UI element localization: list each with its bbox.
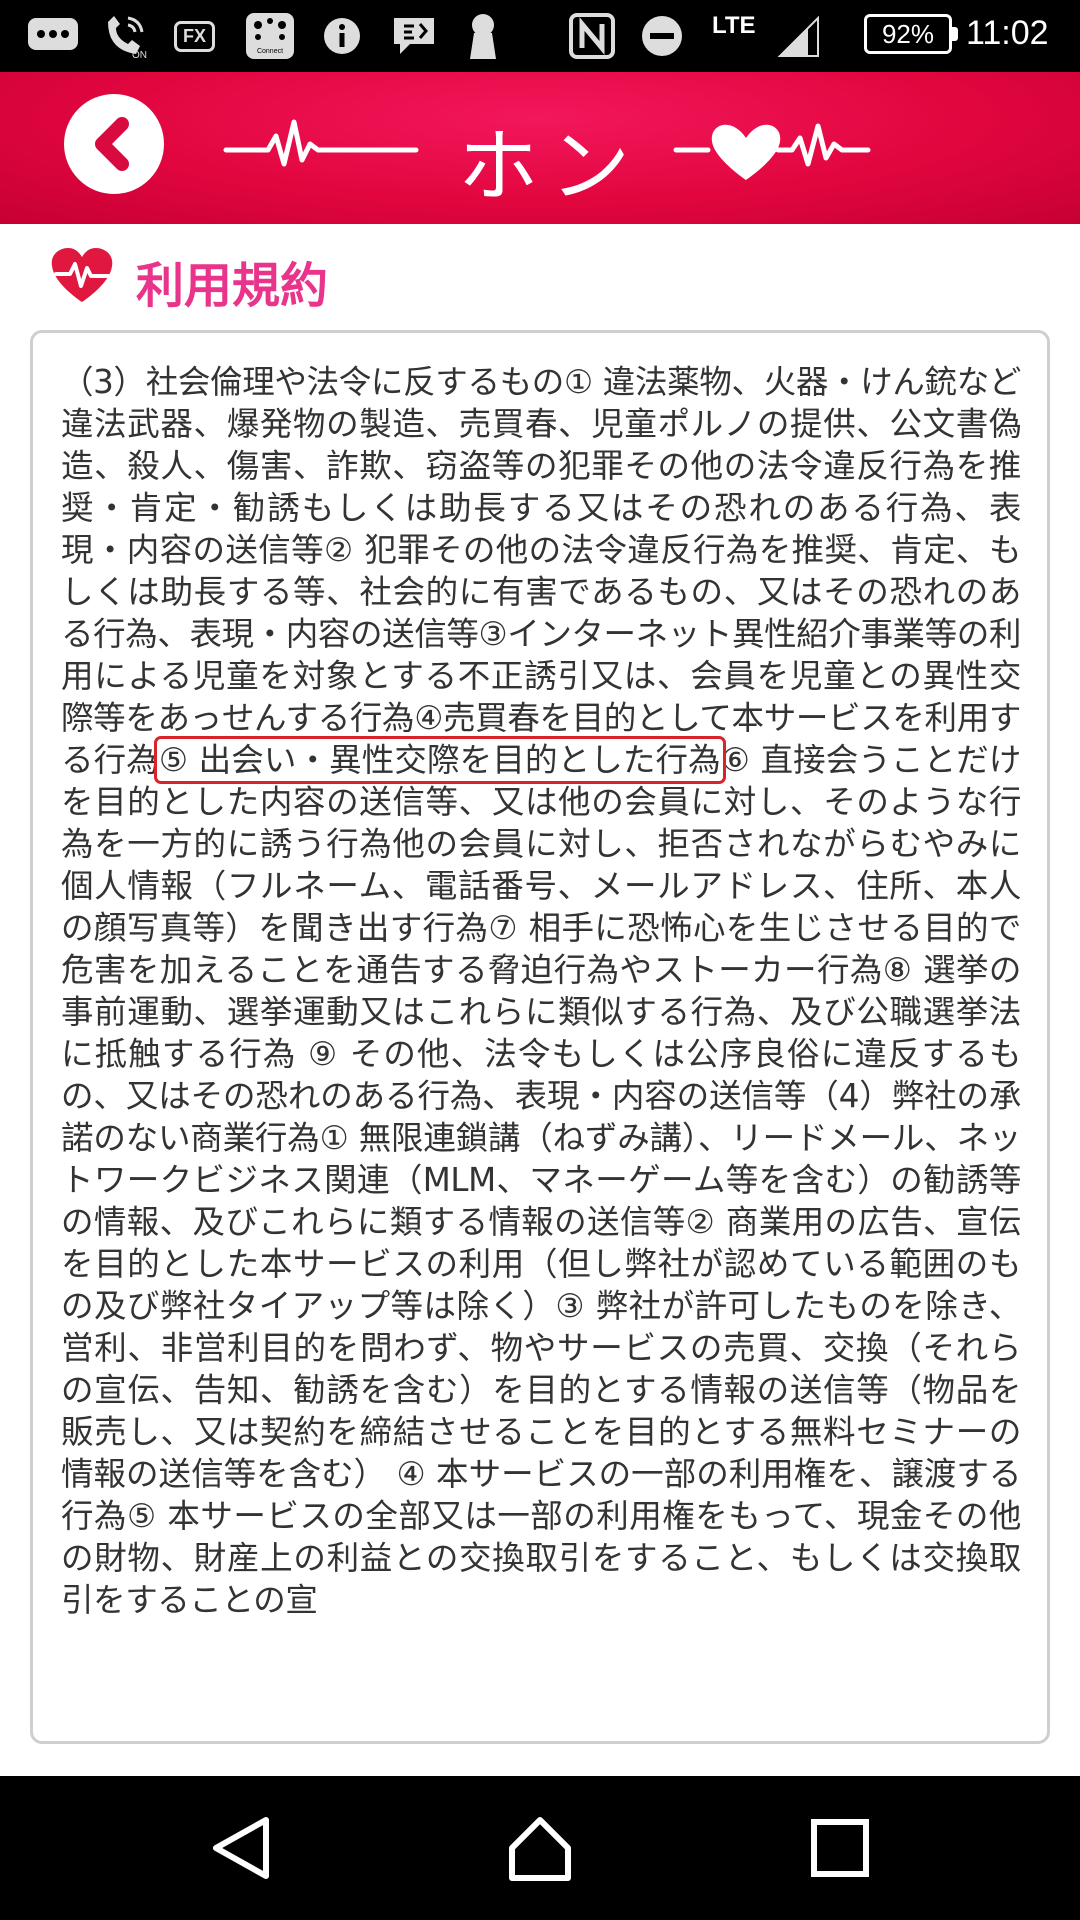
highlighted-clause: ⑤ 出会い・異性交際を目的とした行為 xyxy=(153,736,726,784)
terms-container[interactable]: （3）社会倫理や法令に反するもの① 違法薬物、火器・けん銃など違法武器、爆発物の… xyxy=(30,330,1050,1744)
back-nav-icon xyxy=(213,1817,269,1879)
network-type: LTE xyxy=(712,12,756,39)
battery-indicator: 92% xyxy=(864,14,958,54)
signal-icon xyxy=(776,12,822,60)
connect-label: Connect xyxy=(257,48,283,55)
battery-level: 92% xyxy=(881,18,935,49)
back-button[interactable] xyxy=(64,94,164,194)
heart-pulse-icon xyxy=(51,248,113,302)
voicemail-icon xyxy=(390,12,438,60)
home-nav-icon xyxy=(509,1817,571,1881)
section-header: 利用規約 xyxy=(50,240,950,316)
app-header: ホンネ xyxy=(0,72,1080,329)
home-nav-button[interactable] xyxy=(500,1808,580,1888)
app-logo: ホンネ xyxy=(220,92,880,329)
fx-label: FX xyxy=(174,20,216,52)
terms-scroll-area[interactable]: （3）社会倫理や法令に反するもの① 違法薬物、火器・けん銃など違法武器、爆発物の… xyxy=(61,361,1021,1737)
terms-text-after: ⑥ 直接会うことだけを目的とした内容の送信等、又は他の会員に対し、そのような行為… xyxy=(61,741,1021,1619)
nfc-icon xyxy=(568,12,616,60)
connect-icon: Connect xyxy=(244,12,296,60)
chevron-left-icon xyxy=(95,117,129,171)
terms-text: （3）社会倫理や法令に反するもの① 違法薬物、火器・けん銃など違法武器、爆発物の… xyxy=(61,361,1021,1621)
back-nav-button[interactable] xyxy=(202,1808,282,1888)
clock: 11:02 xyxy=(966,14,1049,52)
heart-icon xyxy=(711,124,781,180)
fx-icon: FX xyxy=(174,12,216,60)
wifi-calling-icon: ON xyxy=(102,12,152,60)
terms-text-before: （3）社会倫理や法令に反するもの① 違法薬物、火器・けん銃など違法武器、爆発物の… xyxy=(61,363,1021,779)
messages-icon xyxy=(26,12,82,60)
status-bar: ON FX Connect LTE 92% 11:02 xyxy=(0,0,1080,72)
recents-nav-button[interactable] xyxy=(800,1808,880,1888)
page-title: 利用規約 xyxy=(136,258,329,314)
info-icon xyxy=(322,12,362,60)
on-label: ON xyxy=(132,50,147,60)
keyhole-icon xyxy=(464,12,502,60)
do-not-disturb-icon xyxy=(640,12,684,60)
recents-nav-icon xyxy=(811,1819,869,1877)
navigation-bar xyxy=(0,1776,1080,1920)
